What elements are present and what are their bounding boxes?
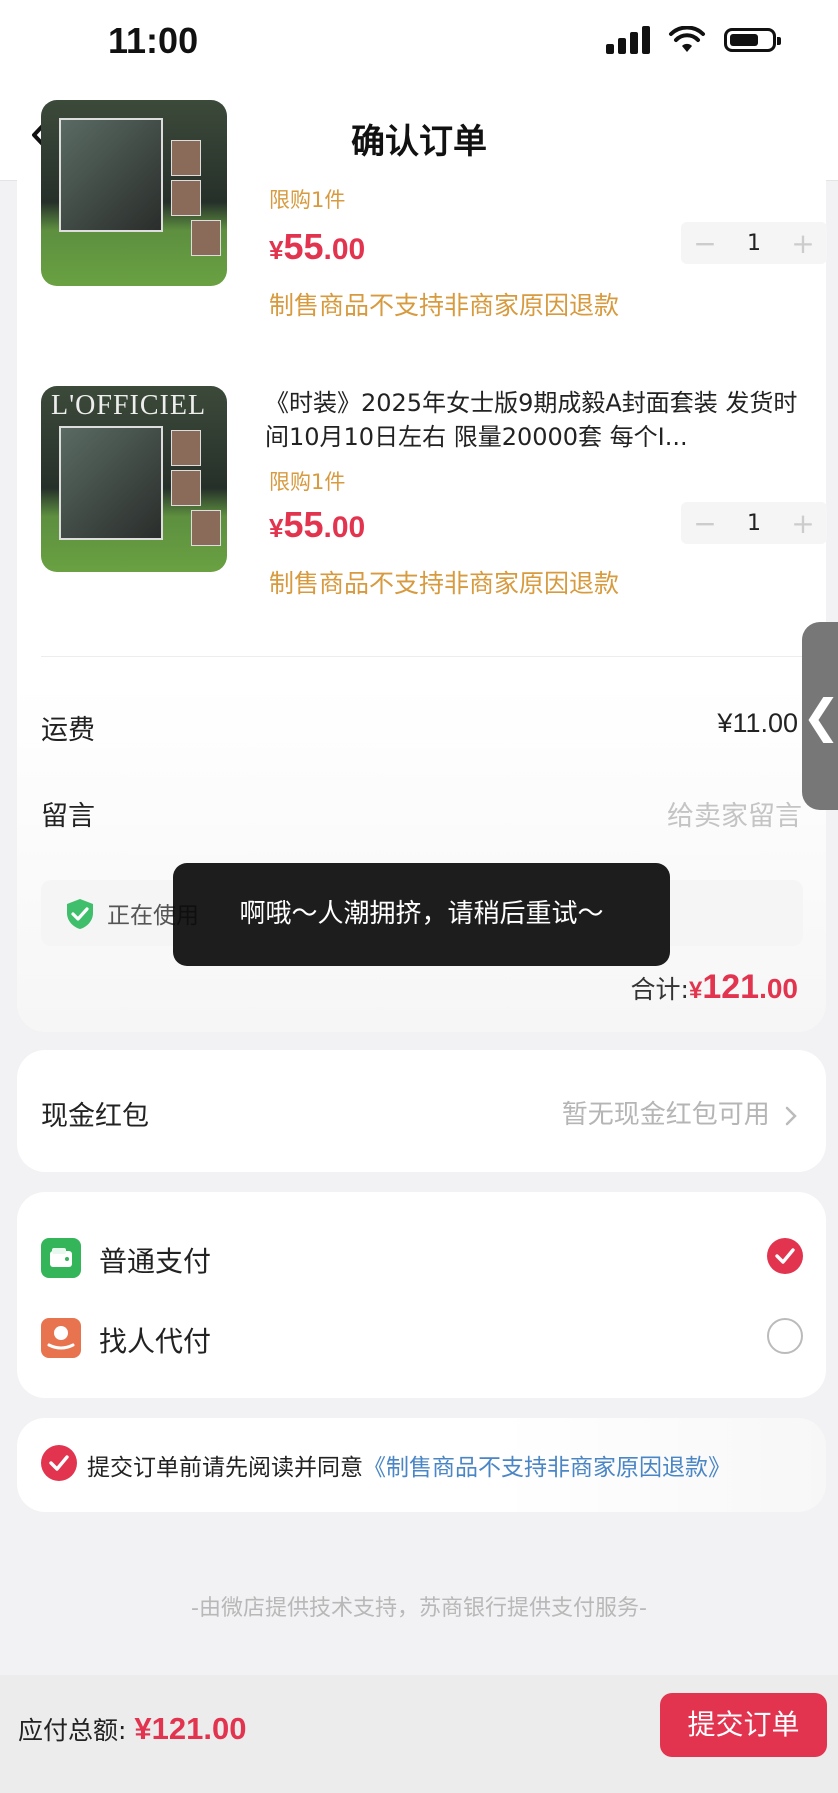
submit-order-button[interactable]: 提交订单 — [660, 1693, 827, 1757]
hand-coin-icon — [41, 1318, 81, 1358]
red-packet-label: 现金红包 — [41, 1101, 149, 1132]
agreement-row: 提交订单前请先阅读并同意《制售商品不支持非商家原因退款》 — [17, 1418, 826, 1512]
product-price: ¥55.00 — [269, 226, 366, 267]
refund-note: 制售商品不支持非商家原因退款 — [269, 569, 620, 598]
product-item[interactable]: L'OFFICIEL 《时装》2025年女士版9期成毅A封面套装 发货时间10月… — [41, 386, 827, 598]
product-thumbnail — [41, 100, 227, 286]
toast-message: 啊哦～人潮拥挤，请稍后重试～ — [173, 863, 670, 966]
subtotal-amount: ¥121.00 — [688, 968, 798, 1006]
message-label: 留言 — [41, 801, 95, 832]
refund-note: 制售商品不支持非商家原因退款 — [269, 291, 620, 320]
payable-amount: ¥121.00 — [134, 1711, 247, 1746]
wallet-icon — [41, 1238, 81, 1278]
side-drawer-handle[interactable]: ❮ — [802, 622, 838, 810]
product-title: 《时装》2025年女士版9期成毅A封面套装 发货时间10月10日左右 限量200… — [265, 389, 798, 451]
subtotal: 合计:¥121.00 — [631, 968, 798, 1007]
radio-selected-icon[interactable] — [767, 1238, 803, 1274]
payable-label: 应付总额: — [18, 1716, 127, 1745]
red-packet-row[interactable]: 现金红包 暂无现金红包可用 — [17, 1050, 826, 1172]
quantity-value: 1 — [747, 510, 761, 536]
signal-icon — [606, 26, 650, 54]
status-icons — [606, 26, 781, 54]
increase-button[interactable]: + — [791, 227, 815, 260]
radio-unselected-icon[interactable] — [767, 1318, 803, 1354]
product-price: ¥55.00 — [269, 504, 366, 545]
product-thumbnail: L'OFFICIEL — [41, 386, 227, 572]
agreement-text: 提交订单前请先阅读并同意《制售商品不支持非商家原因退款》 — [87, 1455, 731, 1481]
product-item[interactable]: 限购1件 ¥55.00 − 1 + 制售商品不支持非商家原因退款 — [41, 100, 827, 320]
decrease-button[interactable]: − — [693, 227, 717, 260]
decrease-button[interactable]: − — [693, 507, 717, 540]
agree-checkbox[interactable] — [41, 1445, 77, 1481]
purchase-limit: 限购1件 — [269, 470, 346, 494]
payment-label: 找人代付 — [99, 1325, 212, 1358]
quantity-stepper: − 1 + — [681, 222, 827, 264]
quantity-stepper: − 1 + — [681, 502, 827, 544]
agreement-link[interactable]: 《制售商品不支持非商家原因退款》 — [363, 1455, 731, 1481]
subtotal-label: 合计: — [630, 975, 689, 1004]
wifi-icon — [669, 26, 705, 52]
payment-label: 普通支付 — [99, 1245, 212, 1278]
red-packet-value: 暂无现金红包可用 — [562, 1094, 798, 1131]
payable-total: 应付总额: ¥121.00 — [18, 1711, 246, 1747]
purchase-limit: 限购1件 — [269, 188, 346, 212]
quantity-value: 1 — [747, 230, 761, 256]
shipping-value: ¥11.00 — [717, 708, 798, 738]
bottom-bar: 应付总额: ¥121.00 提交订单 — [0, 1675, 838, 1793]
increase-button[interactable]: + — [791, 507, 815, 540]
payment-option-normal[interactable]: 普通支付 — [41, 1230, 803, 1290]
chevron-right-icon — [785, 1106, 797, 1125]
divider — [41, 656, 802, 657]
shipping-label: 运费 — [41, 715, 95, 746]
battery-icon — [724, 28, 781, 52]
footer-note: -由微店提供技术支持，苏商银行提供支付服务- — [191, 1596, 647, 1621]
message-input[interactable]: 给卖家留言 — [667, 794, 802, 833]
payment-option-proxy[interactable]: 找人代付 — [41, 1310, 803, 1370]
shield-check-icon — [67, 899, 93, 929]
status-bar: 11:00 — [0, 0, 838, 90]
status-time: 11:00 — [108, 20, 199, 61]
payment-methods: 普通支付 找人代付 — [17, 1192, 826, 1398]
